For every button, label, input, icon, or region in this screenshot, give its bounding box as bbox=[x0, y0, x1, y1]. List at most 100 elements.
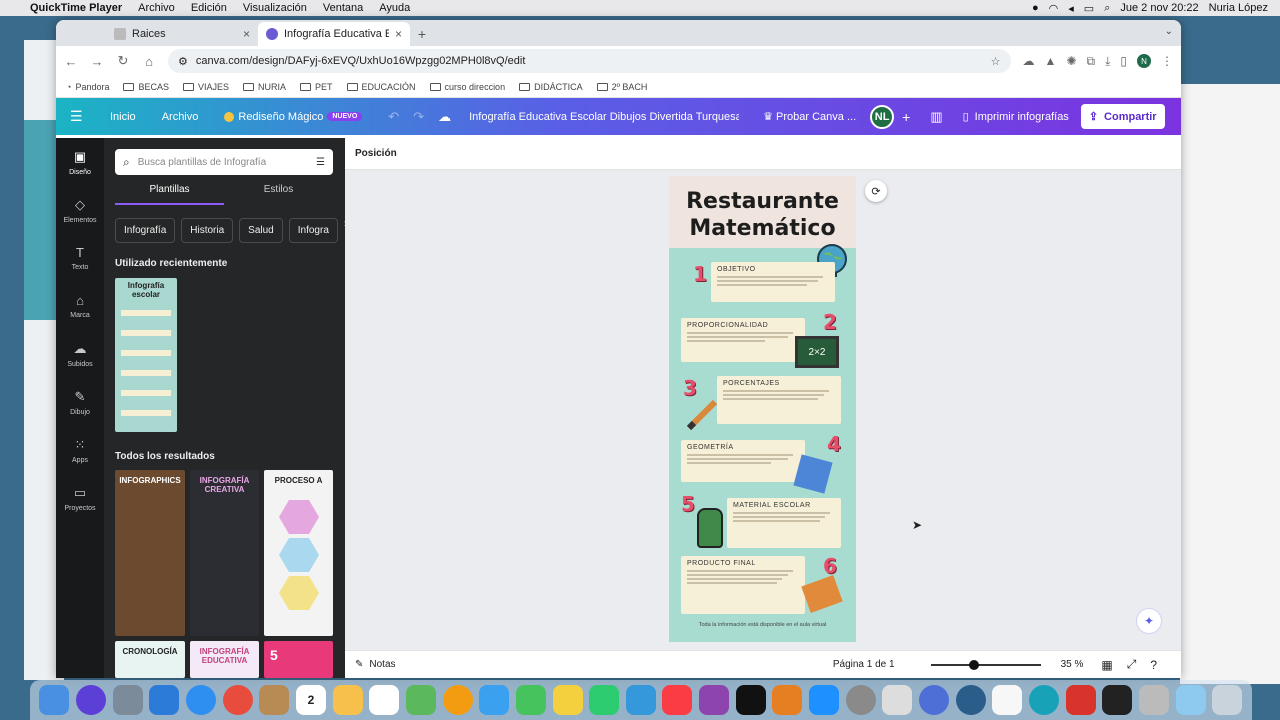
chrome-menu-icon[interactable]: ⋮ bbox=[1161, 54, 1173, 68]
new-tab-button[interactable]: + bbox=[410, 22, 434, 46]
tab-plantillas[interactable]: Plantillas bbox=[115, 184, 224, 205]
add-collaborator-icon[interactable]: + bbox=[902, 109, 910, 125]
share-button[interactable]: ⇪ Compartir bbox=[1080, 104, 1165, 129]
magic-sparkle-icon[interactable]: ✦ bbox=[1136, 608, 1162, 634]
tab-search-chevron-icon[interactable]: ⌄ bbox=[1165, 26, 1173, 37]
rail-item-elementos[interactable]: ◇ Elementos bbox=[56, 186, 104, 234]
bookmark-viajes[interactable]: VIAJES bbox=[182, 82, 229, 92]
cloud-save-icon[interactable]: ☁ bbox=[438, 109, 451, 125]
filter-icon[interactable]: ☰ bbox=[316, 157, 325, 168]
tab-raices[interactable]: Raices × bbox=[106, 22, 258, 46]
forward-arrow-icon[interactable]: → bbox=[90, 54, 104, 69]
site-info-icon[interactable]: ⚙ bbox=[178, 55, 188, 68]
template-search-input[interactable]: ⌕ Busca plantillas de Infografía ☰ bbox=[115, 149, 333, 175]
home-icon[interactable]: ⌂ bbox=[142, 54, 156, 69]
archivo-button[interactable]: Archivo bbox=[162, 111, 199, 123]
chip-salud[interactable]: Salud bbox=[239, 218, 283, 243]
battery-icon[interactable]: ▭ bbox=[1084, 2, 1094, 15]
finder-icon[interactable] bbox=[39, 685, 70, 715]
launchpad-icon[interactable] bbox=[112, 685, 143, 715]
numbers-icon[interactable] bbox=[589, 685, 620, 715]
font-book-icon[interactable] bbox=[882, 685, 913, 715]
menu-edicion[interactable]: Edición bbox=[191, 2, 227, 14]
rail-item-marca[interactable]: ⌂ Marca bbox=[56, 282, 104, 330]
photos-icon[interactable] bbox=[442, 685, 473, 715]
chrome-icon[interactable] bbox=[222, 685, 253, 715]
record-icon[interactable]: ● bbox=[1032, 2, 1039, 14]
document-title[interactable]: Infografía Educativa Escolar Dibujos Div… bbox=[469, 111, 739, 123]
result-template-6[interactable]: 5 bbox=[264, 641, 333, 678]
tab-estilos[interactable]: Estilos bbox=[224, 184, 333, 205]
redo-icon[interactable]: ↷ bbox=[413, 109, 424, 125]
grid-view-icon[interactable]: ▦ bbox=[1101, 658, 1112, 672]
bookmark-pandora[interactable]: ◔ Pandora bbox=[66, 82, 109, 92]
pages-icon[interactable] bbox=[552, 685, 583, 715]
bookmark-star-icon[interactable]: ☆ bbox=[991, 55, 1001, 68]
apple-tv-icon[interactable] bbox=[735, 685, 766, 715]
extensions-puzzle-icon[interactable]: ⧉ bbox=[1087, 54, 1096, 69]
infographic-page[interactable]: Restaurante Matemático 1 OBJETIVO PROPOR… bbox=[669, 176, 856, 642]
books-icon[interactable] bbox=[772, 685, 803, 715]
close-tab-icon[interactable]: × bbox=[395, 27, 402, 41]
magic-redesign-button[interactable]: Rediseño Mágico NUEVO bbox=[224, 111, 363, 123]
sidepanel-icon[interactable]: ▯ bbox=[1120, 54, 1127, 68]
hamburger-menu-icon[interactable]: ☰ bbox=[70, 108, 88, 125]
page-indicator[interactable]: Página 1 de 1 bbox=[833, 659, 895, 670]
volume-icon[interactable]: ◂ bbox=[1068, 2, 1074, 15]
download-icon[interactable]: ⤓ bbox=[1105, 54, 1110, 69]
reload-icon[interactable]: ↻ bbox=[116, 53, 130, 69]
extension-gear-icon[interactable]: ✺ bbox=[1066, 54, 1076, 68]
menu-archivo[interactable]: Archivo bbox=[138, 2, 175, 14]
bookmark-2-bach[interactable]: 2º BACH bbox=[596, 82, 647, 92]
music-icon[interactable] bbox=[662, 685, 693, 715]
menu-ventana[interactable]: Ventana bbox=[323, 2, 363, 14]
extension-drive-icon[interactable]: ▲ bbox=[1045, 54, 1057, 68]
search-spotlight-icon[interactable]: ⌕ bbox=[1104, 2, 1110, 15]
maps-icon[interactable] bbox=[405, 685, 436, 715]
close-tab-icon[interactable]: × bbox=[243, 27, 250, 41]
print-button[interactable]: ▯ Imprimir infografías bbox=[963, 110, 1069, 124]
podcasts-icon[interactable] bbox=[699, 685, 730, 715]
zoom-slider-knob[interactable] bbox=[968, 659, 979, 670]
notes-button[interactable]: ✎ Notas bbox=[355, 659, 396, 670]
menu-ayuda[interactable]: Ayuda bbox=[379, 2, 410, 14]
help-icon[interactable]: ? bbox=[1150, 658, 1157, 672]
piano-icon[interactable] bbox=[1102, 685, 1133, 715]
refresh-icon[interactable]: ⟳ bbox=[865, 180, 887, 202]
facetime-icon[interactable] bbox=[515, 685, 546, 715]
siri-icon[interactable] bbox=[75, 685, 106, 715]
rail-item-texto[interactable]: T Texto bbox=[56, 234, 104, 282]
pdf-icon[interactable] bbox=[1065, 685, 1096, 715]
bookmark-becas[interactable]: BECAS bbox=[123, 82, 169, 92]
bookmark-didactica[interactable]: DIDÁCTICA bbox=[519, 82, 583, 92]
profile-avatar[interactable]: N bbox=[1137, 54, 1151, 68]
bookmark-curso-direccion[interactable]: curso direccion bbox=[429, 82, 505, 92]
chip-infogra[interactable]: Infogra bbox=[288, 218, 338, 243]
calendar-icon[interactable]: 2 bbox=[295, 685, 326, 715]
reminders-icon[interactable] bbox=[369, 685, 400, 715]
menubar-clock[interactable]: Jue 2 nov 20:22 bbox=[1120, 2, 1198, 14]
user-avatar[interactable]: NL bbox=[870, 104, 895, 129]
document-icon[interactable] bbox=[992, 685, 1023, 715]
notes-app-icon[interactable] bbox=[332, 685, 363, 715]
try-pro-button[interactable]: ♛ Probar Canva ... bbox=[763, 110, 856, 123]
result-template-3[interactable]: PROCESO A bbox=[264, 470, 333, 636]
trash-icon[interactable] bbox=[1212, 685, 1243, 715]
safari-icon[interactable] bbox=[185, 685, 216, 715]
app-circle-icon[interactable] bbox=[1029, 685, 1060, 715]
downloads-folder-icon[interactable] bbox=[1175, 685, 1206, 715]
messages-icon[interactable] bbox=[479, 685, 510, 715]
rail-item-proyectos[interactable]: ▭ Proyectos bbox=[56, 474, 104, 522]
bookmark-pet[interactable]: PET bbox=[300, 82, 333, 92]
zoom-value[interactable]: 35 % bbox=[1061, 659, 1084, 670]
rail-item-apps[interactable]: ⁙ Apps bbox=[56, 426, 104, 474]
undo-icon[interactable]: ↶ bbox=[388, 109, 399, 125]
back-arrow-icon[interactable]: ← bbox=[64, 54, 78, 69]
wifi-icon[interactable]: ◠ bbox=[1049, 2, 1059, 15]
geogebra-icon[interactable] bbox=[919, 685, 950, 715]
rail-item-diseno[interactable]: ▣ Diseño bbox=[56, 138, 104, 186]
utility-icon[interactable] bbox=[1139, 685, 1170, 715]
chip-infografia[interactable]: Infografía bbox=[115, 218, 176, 243]
system-settings-icon[interactable] bbox=[845, 685, 876, 715]
result-template-2[interactable]: INFOGRAFÍA CREATIVA bbox=[190, 470, 259, 636]
